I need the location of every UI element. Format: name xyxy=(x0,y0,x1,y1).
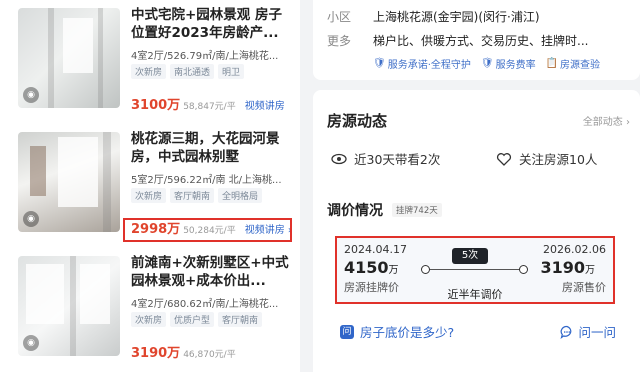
ask-button[interactable]: 问一问 xyxy=(560,322,616,341)
more-value[interactable]: 梯户比、供暖方式、交易历史、挂牌时... xyxy=(373,34,588,48)
listing-tag: 全明格局 xyxy=(218,188,263,203)
listing-tags: 次新房 优质户型 客厅朝南 xyxy=(131,312,263,327)
more-row[interactable]: 更多 梯户比、供暖方式、交易历史、挂牌时... xyxy=(327,32,588,49)
doc-check-icon: 📋 xyxy=(545,58,559,69)
price-highlight-box xyxy=(123,218,292,242)
listing-photo[interactable]: ◉ xyxy=(18,132,120,232)
listing-title[interactable]: 前滩南+次新别墅区+中式园林景观+成本价出... xyxy=(131,254,291,290)
start-date: 2024.04.17 xyxy=(344,243,407,256)
followers-stat: 关注房源10人 xyxy=(496,149,597,168)
shield-check-icon: 🛡 xyxy=(373,58,386,69)
listing-tag: 客厅朝南 xyxy=(170,188,215,203)
end-price-label: 房源售价 xyxy=(562,281,606,294)
timeline-track xyxy=(425,269,523,270)
listing-card[interactable]: ◉ 前滩南+次新别墅区+中式园林景观+成本价出... 4室2厅/680.62㎡/… xyxy=(0,248,300,372)
service-badge[interactable]: 📋 房源查验 xyxy=(546,56,600,71)
unit-price: 46,870元/平 xyxy=(183,350,236,360)
recent-adjust-label: 近半年调价 xyxy=(447,288,503,301)
price-row: 3100万 58,847元/平 视频讲房 xyxy=(131,94,285,113)
listing-card[interactable]: ◉ 中式宅院+园林景观 房子位置好2023年房龄产... 4室2厅/526.79… xyxy=(0,0,300,124)
community-label: 小区 xyxy=(327,10,352,24)
listing-spec: 5室2厅/596.22㎡/南 北/上海桃... xyxy=(131,175,282,186)
listing-spec: 4室2厅/526.79㎡/南/上海桃花... xyxy=(131,51,279,62)
listing-photo[interactable]: ◉ xyxy=(18,8,120,108)
all-activity-link[interactable]: 全部动态 › xyxy=(583,113,630,128)
listing-tag: 次新房 xyxy=(131,188,167,203)
listing-tag: 客厅朝南 xyxy=(218,312,263,327)
listing-tag: 次新房 xyxy=(131,312,167,327)
info-card: 小区 上海桃花源(金宇园)(闵行·浦江) 更多 梯户比、供暖方式、交易历史、挂牌时.… xyxy=(313,0,640,80)
total-price: 3100万 xyxy=(131,98,181,113)
activity-title: 房源动态 xyxy=(327,112,388,130)
listing-tag: 南北通透 xyxy=(170,64,215,79)
price-history-title: 调价情况 xyxy=(327,203,383,219)
community-row[interactable]: 小区 上海桃花源(金宇园)(闵行·浦江) xyxy=(327,8,540,25)
unit-price: 58,847元/平 xyxy=(183,102,236,112)
community-value[interactable]: 上海桃花源(金宇园)(闵行·浦江) xyxy=(373,10,540,24)
start-price: 4150万 xyxy=(344,258,399,277)
activity-card: 房源动态 全部动态 › 近30天带看2次 关注房源10人 调价情况 挂牌742天… xyxy=(313,90,640,372)
video-tour-link[interactable]: 视频讲房 xyxy=(245,97,285,112)
listing-photo[interactable]: ◉ xyxy=(18,256,120,356)
end-date: 2026.02.06 xyxy=(543,243,606,256)
listing-title[interactable]: 中式宅院+园林景观 房子位置好2023年房龄产... xyxy=(131,6,291,42)
shield-check-icon: 🛡 xyxy=(480,58,494,69)
end-price: 3190万 xyxy=(540,258,595,277)
listing-title[interactable]: 桃花源三期，大花园河景房，中式园林别墅 xyxy=(131,130,291,166)
listing-tags: 次新房 客厅朝南 全明格局 xyxy=(131,188,263,203)
service-badge[interactable]: 🛡 服务费率 xyxy=(481,56,536,71)
total-price: 3190万 xyxy=(131,346,181,361)
timeline-end-dot xyxy=(519,265,528,274)
visits-stat: 近30天带看2次 xyxy=(331,149,440,168)
service-badges: 🛡 服务承诺·全程守护 🛡 服务费率 📋 房源查验 xyxy=(373,56,600,71)
start-price-label: 房源挂牌价 xyxy=(344,281,399,294)
service-badge[interactable]: 🛡 服务承诺·全程守护 xyxy=(373,56,471,71)
change-count-badge: 5次 xyxy=(452,248,488,264)
question-icon: 问 xyxy=(340,324,354,339)
listing-tag: 次新房 xyxy=(131,64,167,79)
vr-icon: ◉ xyxy=(23,87,39,103)
vr-icon: ◉ xyxy=(23,211,39,227)
vr-icon: ◉ xyxy=(23,335,39,351)
followers-text: 关注房源10人 xyxy=(519,152,598,167)
question-text[interactable]: 房子底价是多少? xyxy=(360,322,454,341)
timeline-start-dot xyxy=(421,265,430,274)
more-label: 更多 xyxy=(327,34,352,48)
heart-icon xyxy=(496,152,512,166)
price-row: 3190万 46,870元/平 xyxy=(131,342,236,361)
listing-tags: 次新房 南北通透 明卫 xyxy=(131,64,245,79)
chat-bubble-icon xyxy=(560,325,572,339)
listing-panel: ◉ 中式宅院+园林景观 房子位置好2023年房龄产... 4室2厅/526.79… xyxy=(0,0,300,372)
eye-icon xyxy=(331,153,347,164)
price-history-box: 2024.04.17 4150万 房源挂牌价 5次 近半年调价 2026.02.… xyxy=(335,236,615,304)
listing-days-badge: 挂牌742天 xyxy=(392,203,442,217)
ask-text[interactable]: 问一问 xyxy=(578,322,616,341)
listing-tag: 优质户型 xyxy=(170,312,215,327)
listing-spec: 4室2厅/680.62㎡/南/上海桃花... xyxy=(131,299,279,310)
visits-text: 近30天带看2次 xyxy=(354,152,441,167)
listing-tag: 明卫 xyxy=(218,64,245,79)
ask-price-row[interactable]: 问 房子底价是多少? 问一问 xyxy=(340,322,616,341)
